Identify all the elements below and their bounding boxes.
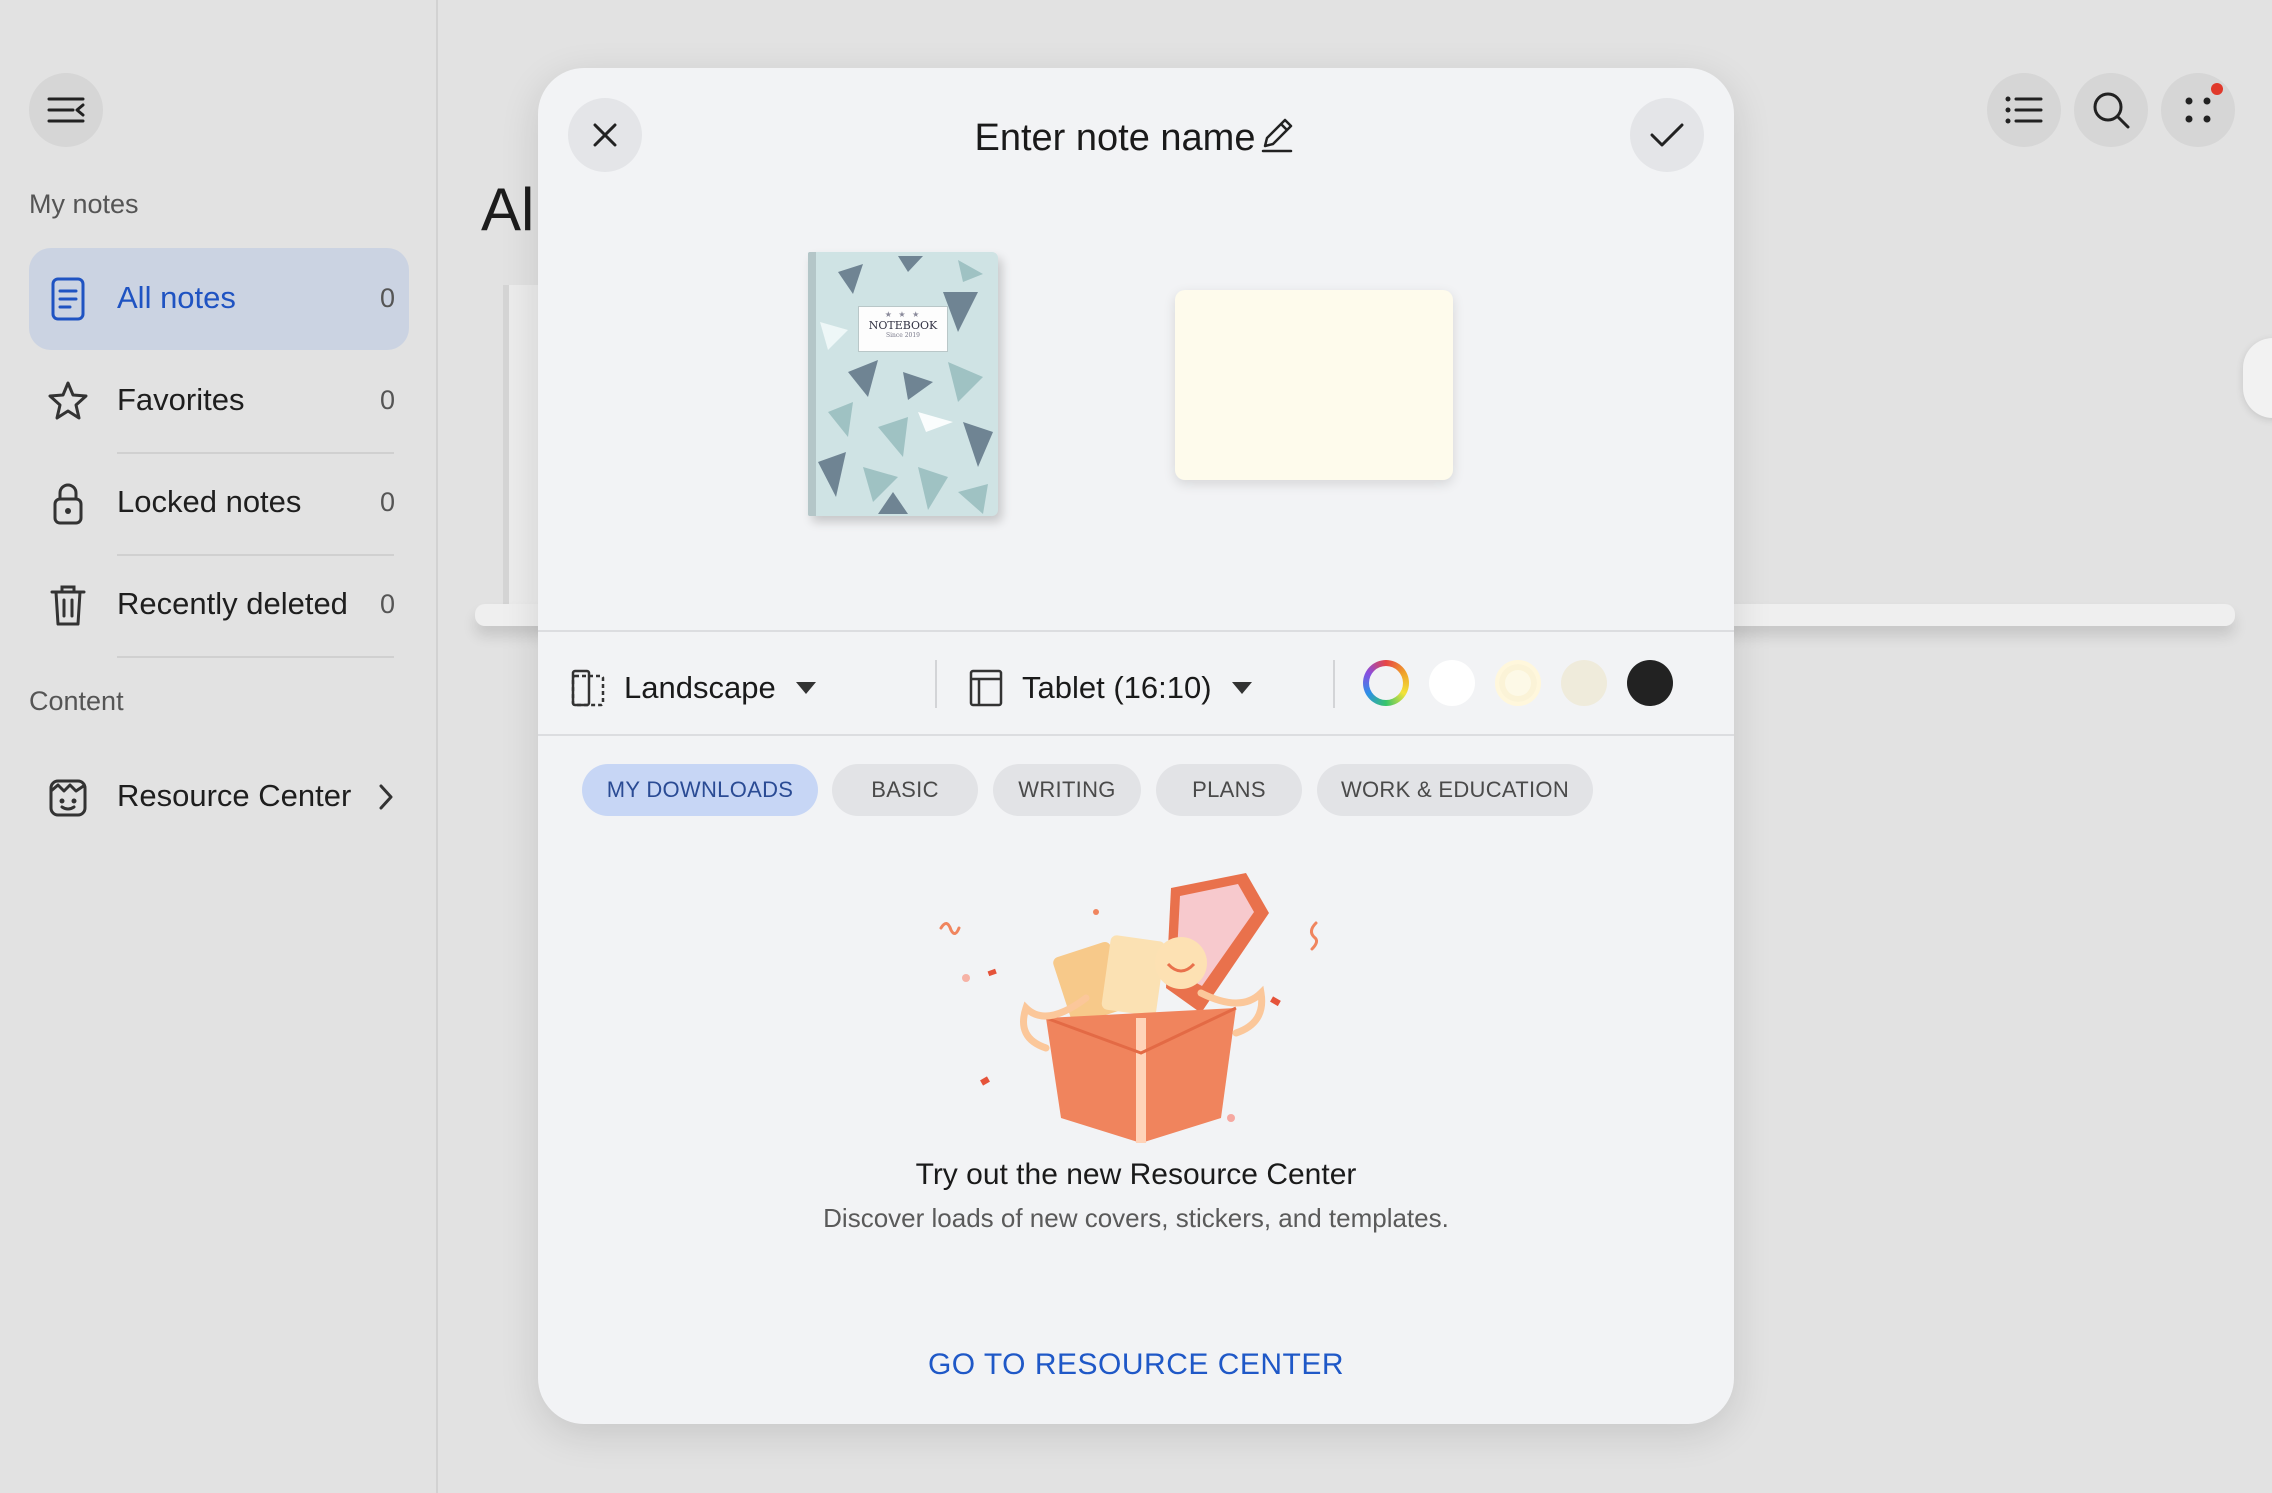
- notification-dot: [2211, 83, 2223, 95]
- floating-assistant-button[interactable]: [2243, 338, 2272, 418]
- page-size-dropdown[interactable]: Tablet (16:10): [968, 663, 1252, 713]
- sidebar-item-count: 0: [379, 385, 395, 415]
- tab-writing[interactable]: WRITING: [993, 764, 1141, 816]
- tab-basic[interactable]: BASIC: [832, 764, 978, 816]
- sidebar-item-label: Recently deleted: [117, 586, 348, 621]
- sidebar-item-count: 0: [379, 283, 395, 313]
- sidebar-item-all-notes[interactable]: All notes 0: [29, 248, 409, 350]
- my-notes-section-label: My notes: [29, 189, 139, 219]
- sidebar-item-label: All notes: [117, 280, 236, 315]
- note-name-field[interactable]: Enter note name: [538, 114, 1734, 160]
- more-options-button[interactable]: [2161, 73, 2235, 147]
- check-icon: [1650, 123, 1684, 147]
- sidebar-item-locked-notes[interactable]: Locked notes 0: [29, 452, 409, 554]
- search-button[interactable]: [2074, 73, 2148, 147]
- empty-state-title: Try out the new Resource Center: [915, 1158, 1357, 1191]
- tab-work-education[interactable]: WORK & EDUCATION: [1317, 764, 1593, 816]
- tab-plans[interactable]: PLANS: [1156, 764, 1302, 816]
- trash-icon: [43, 580, 93, 630]
- sidebar-item-label: Resource Center: [117, 778, 352, 813]
- cover-pattern: [808, 252, 993, 516]
- divider: [538, 734, 1734, 736]
- white-color-swatch[interactable]: [1429, 660, 1475, 706]
- orientation-icon: [571, 669, 605, 707]
- gift-box-illustration: [939, 873, 1319, 1143]
- search-icon: [2093, 92, 2130, 129]
- caret-down-icon: [795, 682, 816, 694]
- notebook-card-placeholder: [503, 285, 543, 605]
- sidebar-item-favorites[interactable]: Favorites 0: [29, 350, 409, 452]
- caret-down-icon: [1231, 682, 1252, 694]
- custom-color-swatch-center: [1369, 666, 1403, 700]
- sidebar-item-recently-deleted[interactable]: Recently deleted 0: [29, 554, 409, 656]
- cover-preview[interactable]: ★ ★ ★ NOTEBOOK Since 2019: [808, 252, 998, 516]
- chevron-right-icon: [379, 784, 393, 810]
- pencil-icon: [1262, 118, 1293, 153]
- paper-preview[interactable]: [1175, 290, 1453, 480]
- black-color-swatch[interactable]: [1627, 660, 1673, 706]
- sidebar-toggle-button[interactable]: [29, 73, 103, 147]
- page-size-value: Tablet (16:10): [1022, 670, 1212, 705]
- cover-subtitle: Since 2019: [886, 332, 920, 339]
- note-name-placeholder: Enter note name: [974, 117, 1256, 159]
- more-dots-icon: [2185, 97, 2211, 123]
- divider: [935, 660, 937, 708]
- orientation-value: Landscape: [624, 670, 776, 705]
- content-section-label: Content: [29, 686, 124, 716]
- sidebar-item-label: Locked notes: [117, 484, 302, 519]
- list-icon: [2005, 96, 2043, 124]
- divider: [117, 656, 394, 658]
- star-icon: [43, 376, 93, 426]
- divider: [1333, 660, 1335, 708]
- menu-collapse-icon: [47, 97, 85, 123]
- sidebar-item-resource-center[interactable]: Resource Center: [29, 746, 409, 848]
- new-note-dialog: Enter note name ★ ★ ★ NOTEBOOK Since 201…: [538, 68, 1734, 1424]
- note-icon: [43, 274, 93, 324]
- tab-my-downloads[interactable]: MY DOWNLOADS: [582, 764, 818, 816]
- page-size-icon: [969, 669, 1003, 707]
- cream-color-swatch-selected[interactable]: [1495, 660, 1541, 706]
- resource-center-icon: [43, 772, 93, 822]
- cover-label: ★ ★ ★ NOTEBOOK Since 2019: [858, 306, 948, 352]
- custom-color-swatch[interactable]: [1363, 660, 1409, 706]
- confirm-button[interactable]: [1630, 98, 1704, 172]
- beige-color-swatch[interactable]: [1561, 660, 1607, 706]
- sidebar: My notes All notes 0 Favorites 0 Locked …: [0, 0, 438, 1493]
- go-to-resource-center-button[interactable]: GO TO RESOURCE CENTER: [538, 1348, 1734, 1382]
- cover-stars: ★ ★ ★: [884, 310, 922, 319]
- view-list-button[interactable]: [1987, 73, 2061, 147]
- sidebar-item-count: 0: [379, 487, 395, 517]
- page-title: Al: [481, 176, 535, 243]
- cover-title: NOTEBOOK: [868, 319, 938, 332]
- divider: [538, 630, 1734, 632]
- orientation-dropdown[interactable]: Landscape: [570, 663, 816, 713]
- sidebar-item-count: 0: [379, 589, 395, 619]
- empty-state-subtitle: Discover loads of new covers, stickers, …: [823, 1203, 1449, 1233]
- lock-icon: [43, 478, 93, 528]
- sidebar-item-label: Favorites: [117, 382, 245, 417]
